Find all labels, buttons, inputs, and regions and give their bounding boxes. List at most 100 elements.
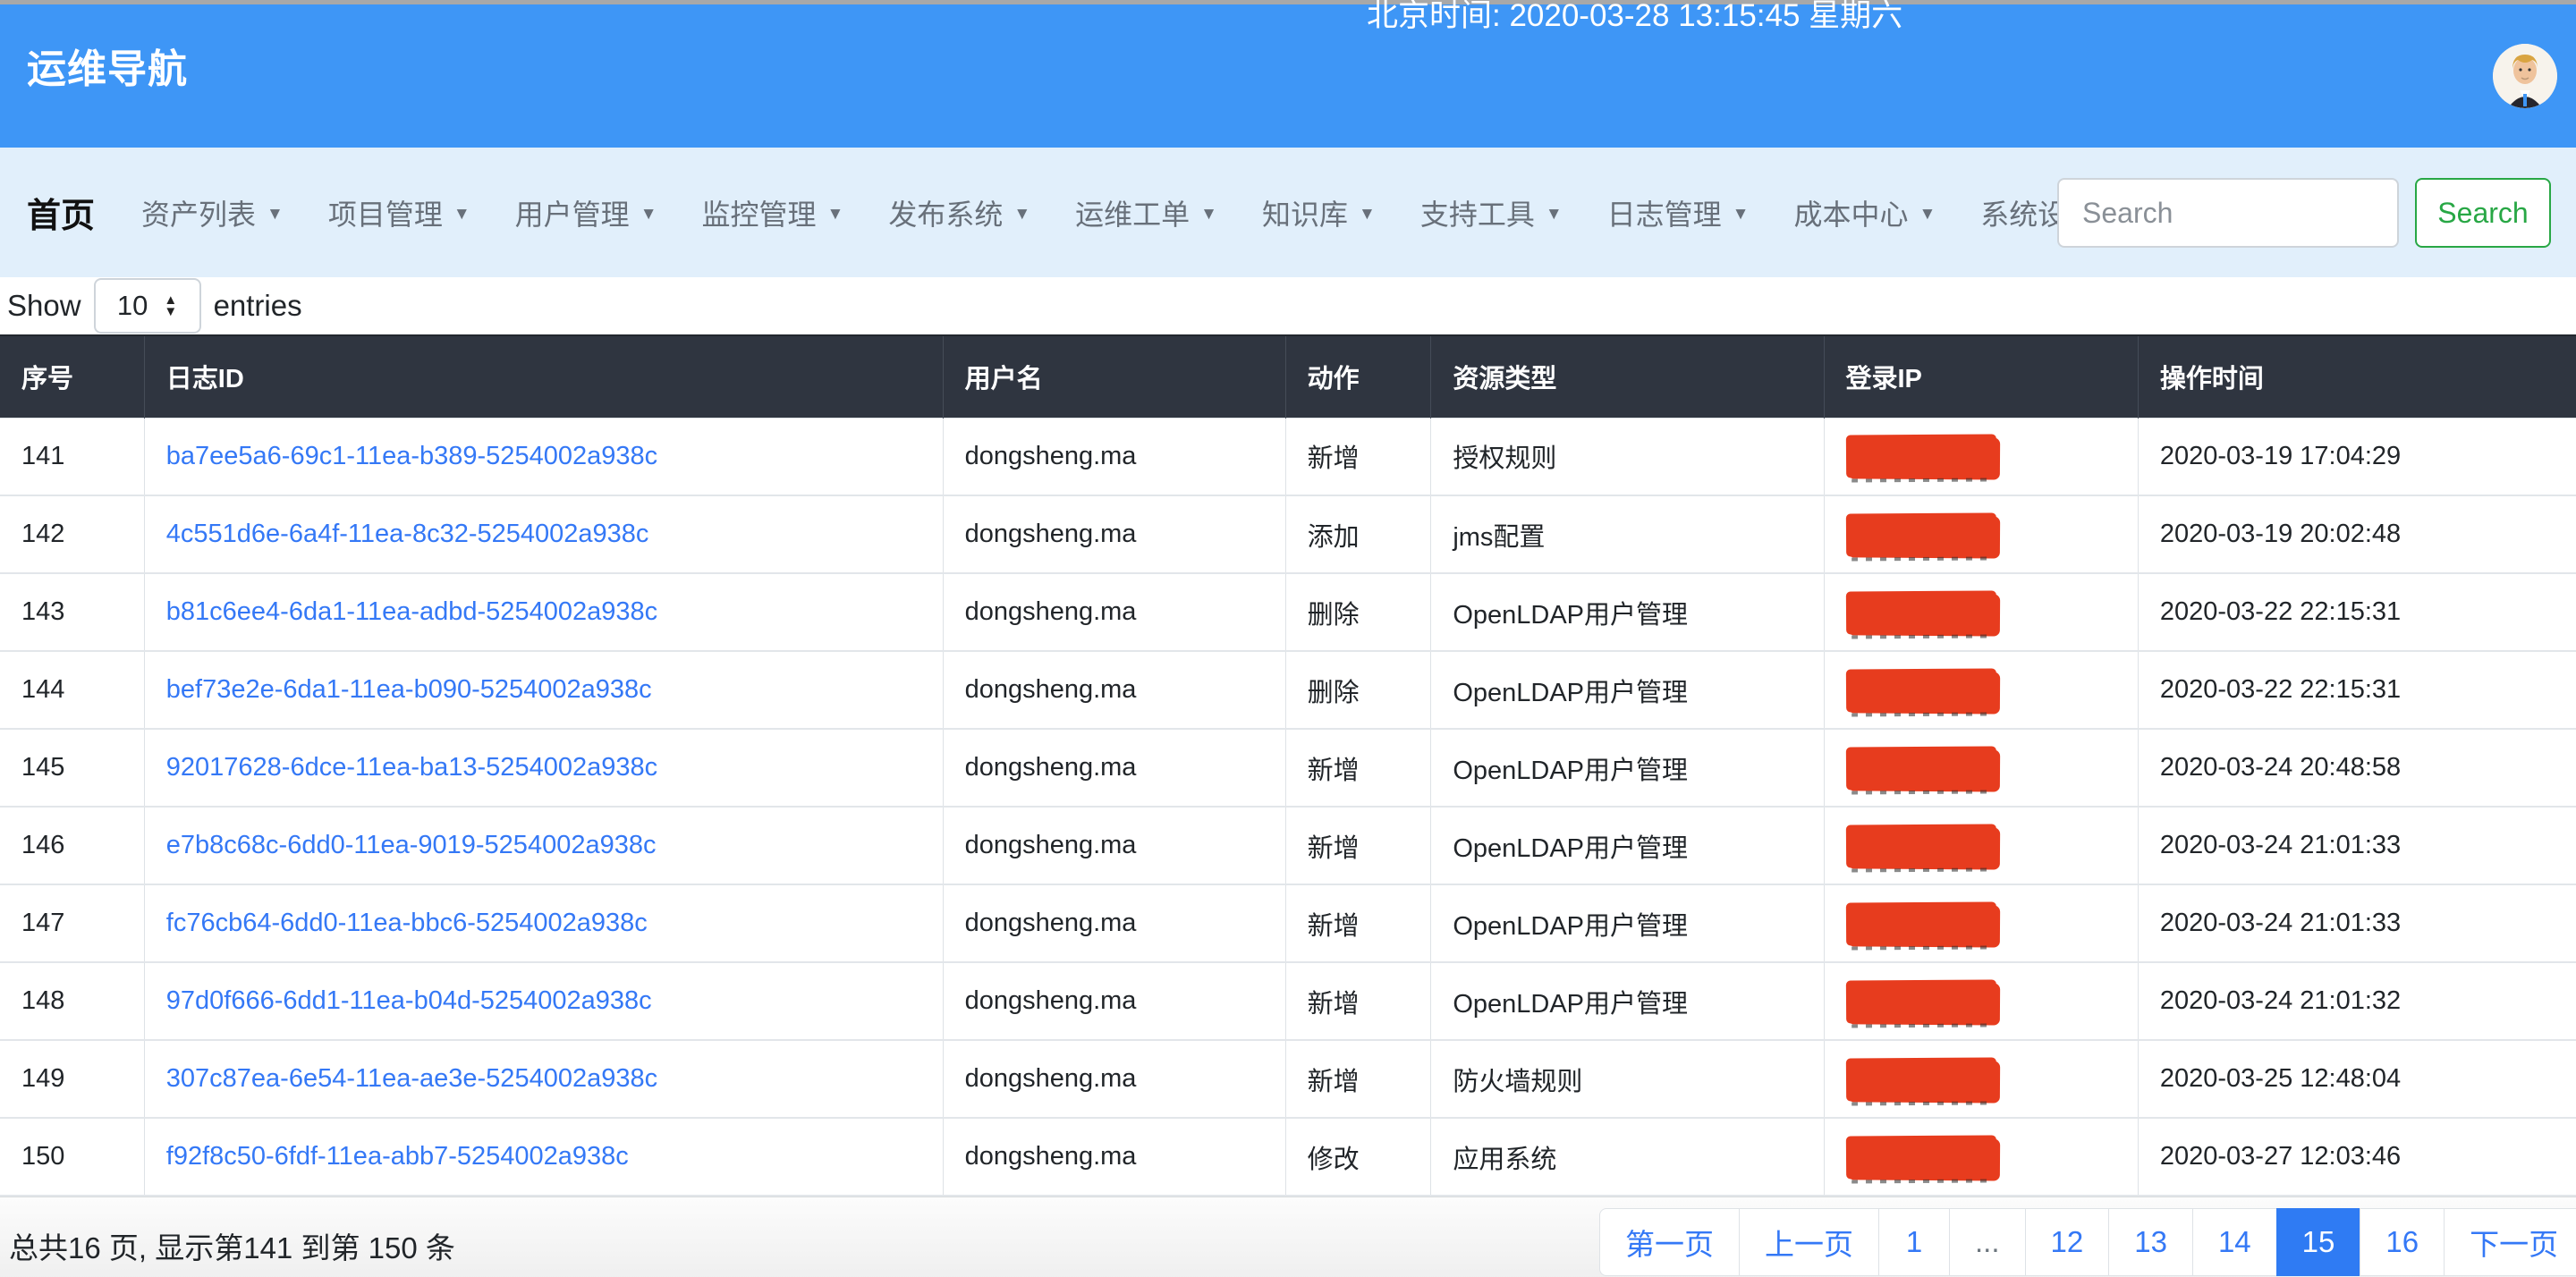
chevron-down-icon: ▼ xyxy=(1200,201,1217,224)
col-header-log-id: 日志ID xyxy=(144,335,943,418)
cell-resource: OpenLDAP用户管理 xyxy=(1431,573,1824,651)
cell-user: dongsheng.ma xyxy=(943,495,1285,573)
log-id-link[interactable]: ba7ee5a6-69c1-11ea-b389-5254002a938c xyxy=(166,442,657,470)
cell-user: dongsheng.ma xyxy=(943,962,1285,1040)
log-id-link[interactable]: fc76cb64-6dd0-11ea-bbc6-5254002a938c xyxy=(166,909,648,937)
cell-action: 添加 xyxy=(1285,495,1431,573)
nav-item-ops-tickets[interactable]: 运维工单▼ xyxy=(1075,192,1217,233)
chevron-down-icon: ▼ xyxy=(1359,201,1376,224)
log-id-link[interactable]: bef73e2e-6da1-11ea-b090-5254002a938c xyxy=(166,675,652,704)
chevron-down-icon: ▼ xyxy=(1546,201,1563,224)
pagination: 第一页 上一页 1 ... 12 13 14 15 16 下一页 最后一页 xyxy=(1599,1208,2576,1276)
main-nav: 首页 资产列表▼ 项目管理▼ 用户管理▼ 监控管理▼ 发布系统▼ 运维工单▼ 知… xyxy=(0,148,2576,277)
redacted-ip xyxy=(1845,590,1996,634)
redacted-ip xyxy=(1845,668,1996,712)
avatar-image xyxy=(2493,44,2557,108)
cell-index: 146 xyxy=(0,807,144,884)
cell-user: dongsheng.ma xyxy=(943,1040,1285,1118)
redacted-ip xyxy=(1845,512,1996,556)
cell-time: 2020-03-19 20:02:48 xyxy=(2138,495,2576,573)
cell-action: 新增 xyxy=(1285,418,1431,495)
col-header-user: 用户名 xyxy=(943,335,1285,418)
pagination-page-13[interactable]: 13 xyxy=(2108,1208,2193,1276)
chevron-down-icon: ▼ xyxy=(1919,201,1936,224)
cell-user: dongsheng.ma xyxy=(943,573,1285,651)
col-header-resource: 资源类型 xyxy=(1431,335,1824,418)
log-id-link[interactable]: f92f8c50-6fdf-11ea-abb7-5254002a938c xyxy=(166,1142,629,1171)
cell-action: 修改 xyxy=(1285,1118,1431,1196)
col-header-action: 动作 xyxy=(1285,335,1431,418)
table-row: 142 4c551d6e-6a4f-11ea-8c32-5254002a938c… xyxy=(0,495,2576,573)
table-row: 146 e7b8c68c-6dd0-11ea-9019-5254002a938c… xyxy=(0,807,2576,884)
pagination-next[interactable]: 下一页 xyxy=(2444,1208,2576,1276)
cell-action: 新增 xyxy=(1285,1040,1431,1118)
pagination-prev[interactable]: 上一页 xyxy=(1739,1208,1879,1276)
col-header-index: 序号 xyxy=(0,335,144,418)
nav-item-assets[interactable]: 资产列表▼ xyxy=(141,192,284,233)
cell-resource: OpenLDAP用户管理 xyxy=(1431,884,1824,962)
log-id-link[interactable]: e7b8c68c-6dd0-11ea-9019-5254002a938c xyxy=(166,831,657,859)
nav-item-support-tools[interactable]: 支持工具▼ xyxy=(1420,192,1563,233)
nav-item-monitoring[interactable]: 监控管理▼ xyxy=(702,192,844,233)
cell-user: dongsheng.ma xyxy=(943,418,1285,495)
cell-time: 2020-03-24 21:01:33 xyxy=(2138,807,2576,884)
search-button[interactable]: Search xyxy=(2415,178,2551,248)
search-input[interactable] xyxy=(2057,178,2399,248)
chevron-down-icon: ▼ xyxy=(827,201,844,224)
pagination-first[interactable]: 第一页 xyxy=(1599,1208,1740,1276)
app-title: 运维导航 xyxy=(27,37,188,94)
nav-item-release[interactable]: 发布系统▼ xyxy=(888,192,1030,233)
cell-resource: 防火墙规则 xyxy=(1431,1040,1824,1118)
page-size-value: 10 xyxy=(117,290,148,322)
pagination-ellipsis: ... xyxy=(1949,1208,2026,1276)
table-row: 148 97d0f666-6dd1-11ea-b04d-5254002a938c… xyxy=(0,962,2576,1040)
table-header-row: 序号 日志ID 用户名 动作 资源类型 登录IP 操作时间 xyxy=(0,335,2576,418)
table-footer: 总共16 页, 显示第141 到第 150 条 第一页 上一页 1 ... 12… xyxy=(0,1197,2576,1277)
pagination-page-12[interactable]: 12 xyxy=(2025,1208,2110,1276)
cell-index: 141 xyxy=(0,418,144,495)
pagination-page-16[interactable]: 16 xyxy=(2360,1208,2445,1276)
nav-item-cost-center[interactable]: 成本中心▼ xyxy=(1793,192,1936,233)
cell-user: dongsheng.ma xyxy=(943,884,1285,962)
nav-item-users[interactable]: 用户管理▼ xyxy=(515,192,657,233)
pagination-page-1[interactable]: 1 xyxy=(1878,1208,1950,1276)
redacted-ip xyxy=(1845,435,1996,478)
table-row: 147 fc76cb64-6dd0-11ea-bbc6-5254002a938c… xyxy=(0,884,2576,962)
cell-resource: OpenLDAP用户管理 xyxy=(1431,962,1824,1040)
page-size-select[interactable]: 10 ▲▼ xyxy=(94,278,201,334)
entries-label: entries xyxy=(214,289,302,323)
log-id-link[interactable]: 97d0f666-6dd1-11ea-b04d-5254002a938c xyxy=(166,986,652,1015)
cell-index: 143 xyxy=(0,573,144,651)
cell-action: 删除 xyxy=(1285,573,1431,651)
nav-item-home[interactable]: 首页 xyxy=(27,188,95,237)
cell-action: 新增 xyxy=(1285,729,1431,807)
pagination-page-15-active[interactable]: 15 xyxy=(2276,1208,2361,1276)
nav-item-projects[interactable]: 项目管理▼ xyxy=(328,192,470,233)
cell-action: 新增 xyxy=(1285,884,1431,962)
table-row: 145 92017628-6dce-11ea-ba13-5254002a938c… xyxy=(0,729,2576,807)
log-id-link[interactable]: 92017628-6dce-11ea-ba13-5254002a938c xyxy=(166,753,657,782)
redacted-ip xyxy=(1845,979,1996,1023)
cell-user: dongsheng.ma xyxy=(943,651,1285,729)
cell-index: 142 xyxy=(0,495,144,573)
cell-index: 148 xyxy=(0,962,144,1040)
cell-resource: 应用系统 xyxy=(1431,1118,1824,1196)
nav-item-log-management[interactable]: 日志管理▼ xyxy=(1607,192,1750,233)
col-header-time: 操作时间 xyxy=(2138,335,2576,418)
log-id-link[interactable]: b81c6ee4-6da1-11ea-adbd-5254002a938c xyxy=(166,597,657,626)
show-label: Show xyxy=(7,289,81,323)
table-row: 149 307c87ea-6e54-11ea-ae3e-5254002a938c… xyxy=(0,1040,2576,1118)
log-id-link[interactable]: 4c551d6e-6a4f-11ea-8c32-5254002a938c xyxy=(166,520,649,548)
cell-time: 2020-03-24 21:01:33 xyxy=(2138,884,2576,962)
user-avatar[interactable] xyxy=(2493,44,2557,108)
redacted-ip xyxy=(1845,901,1996,945)
cell-action: 新增 xyxy=(1285,807,1431,884)
chevron-down-icon: ▼ xyxy=(640,201,657,224)
table-row: 150 f92f8c50-6fdf-11ea-abb7-5254002a938c… xyxy=(0,1118,2576,1196)
cell-time: 2020-03-24 20:48:58 xyxy=(2138,729,2576,807)
cell-index: 150 xyxy=(0,1118,144,1196)
pagination-summary: 总共16 页, 显示第141 到第 150 条 xyxy=(9,1224,455,1267)
log-id-link[interactable]: 307c87ea-6e54-11ea-ae3e-5254002a938c xyxy=(166,1064,657,1093)
pagination-page-14[interactable]: 14 xyxy=(2192,1208,2277,1276)
nav-item-knowledge-base[interactable]: 知识库▼ xyxy=(1262,192,1376,233)
